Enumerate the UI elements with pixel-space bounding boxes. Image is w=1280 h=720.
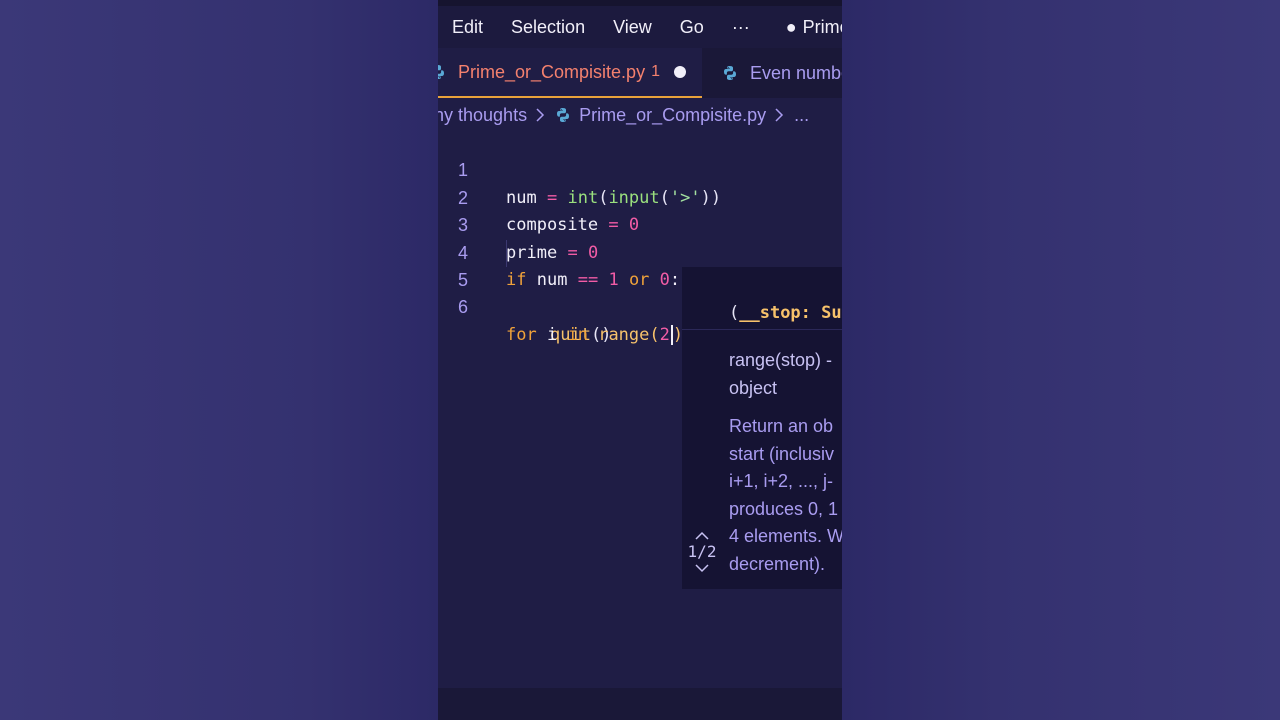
breadcrumb-folder[interactable]: ny thoughts (438, 105, 527, 126)
window-title: ●Prime_c (786, 17, 842, 38)
python-icon (438, 65, 444, 79)
code-line-3[interactable]: 3 prime = 0 (438, 185, 842, 262)
tab-prime-or-compisite[interactable]: Prime_or_Compisite.py 1 (438, 48, 702, 98)
line-source: for i in range(2) (506, 324, 684, 345)
window-title-text: Prime_c (802, 16, 842, 37)
python-icon (557, 108, 570, 122)
breadcrumb: ny thoughts Prime_or_Compisite.py ... (438, 100, 842, 130)
status-bar (438, 688, 842, 720)
code-line-4[interactable]: 4 if num == 1 or 0: (438, 212, 842, 290)
overload-counter: 1/2 (687, 542, 717, 561)
signature-description: range(stop) - object (729, 350, 833, 398)
tab-bar: Prime_or_Compisite.py 1 Even numbe (438, 48, 842, 98)
signature-label: (__stop: Su (729, 303, 842, 323)
tab-label: Prime_or_Compisite.py (458, 61, 646, 82)
problem-count-badge: 1 (651, 63, 660, 80)
menu-edit[interactable]: Edit (438, 17, 497, 38)
tab-even-numbers[interactable]: Even numbe (702, 48, 842, 98)
code-editor-window: Edit Selection View Go ··· ●Prime_c Prim… (438, 0, 842, 720)
code-line-2[interactable]: 2 composite = 0 (438, 157, 842, 235)
popup-divider (682, 329, 842, 330)
line-number: 6 (457, 297, 468, 318)
unsaved-changes-dot-icon[interactable] (673, 66, 686, 78)
tab-label: Even numbe (749, 62, 842, 83)
code-line-1[interactable]: 1 num = int(input('>')) (438, 130, 842, 207)
menu-bar: Edit Selection View Go ··· ●Prime_c (438, 6, 842, 48)
python-icon (723, 66, 736, 80)
menu-selection[interactable]: Selection (497, 17, 599, 38)
signature-documentation: Return an ob start (inclusiv i+1, i+2, .… (729, 416, 842, 574)
background-left (0, 0, 438, 720)
breadcrumb-symbols[interactable]: ... (794, 105, 809, 126)
menu-go[interactable]: Go (666, 17, 718, 38)
background-right (842, 0, 1280, 720)
chevron-right-icon (536, 108, 545, 122)
overload-pager: 1/2 (682, 529, 722, 573)
signature-help-popup[interactable]: (__stop: Su range(stop) - object Return … (682, 267, 842, 589)
menu-more[interactable]: ··· (718, 17, 764, 38)
unsaved-dot-icon: ● (785, 16, 797, 37)
chevron-right-icon (775, 108, 784, 122)
code-line-5[interactable]: 5 quit() (438, 239, 842, 345)
chevron-up-icon[interactable] (695, 531, 709, 540)
breadcrumb-file[interactable]: Prime_or_Compisite.py (579, 105, 766, 126)
menu-view[interactable]: View (599, 17, 666, 38)
chevron-down-icon[interactable] (695, 564, 709, 573)
indent-guide (506, 239, 507, 267)
